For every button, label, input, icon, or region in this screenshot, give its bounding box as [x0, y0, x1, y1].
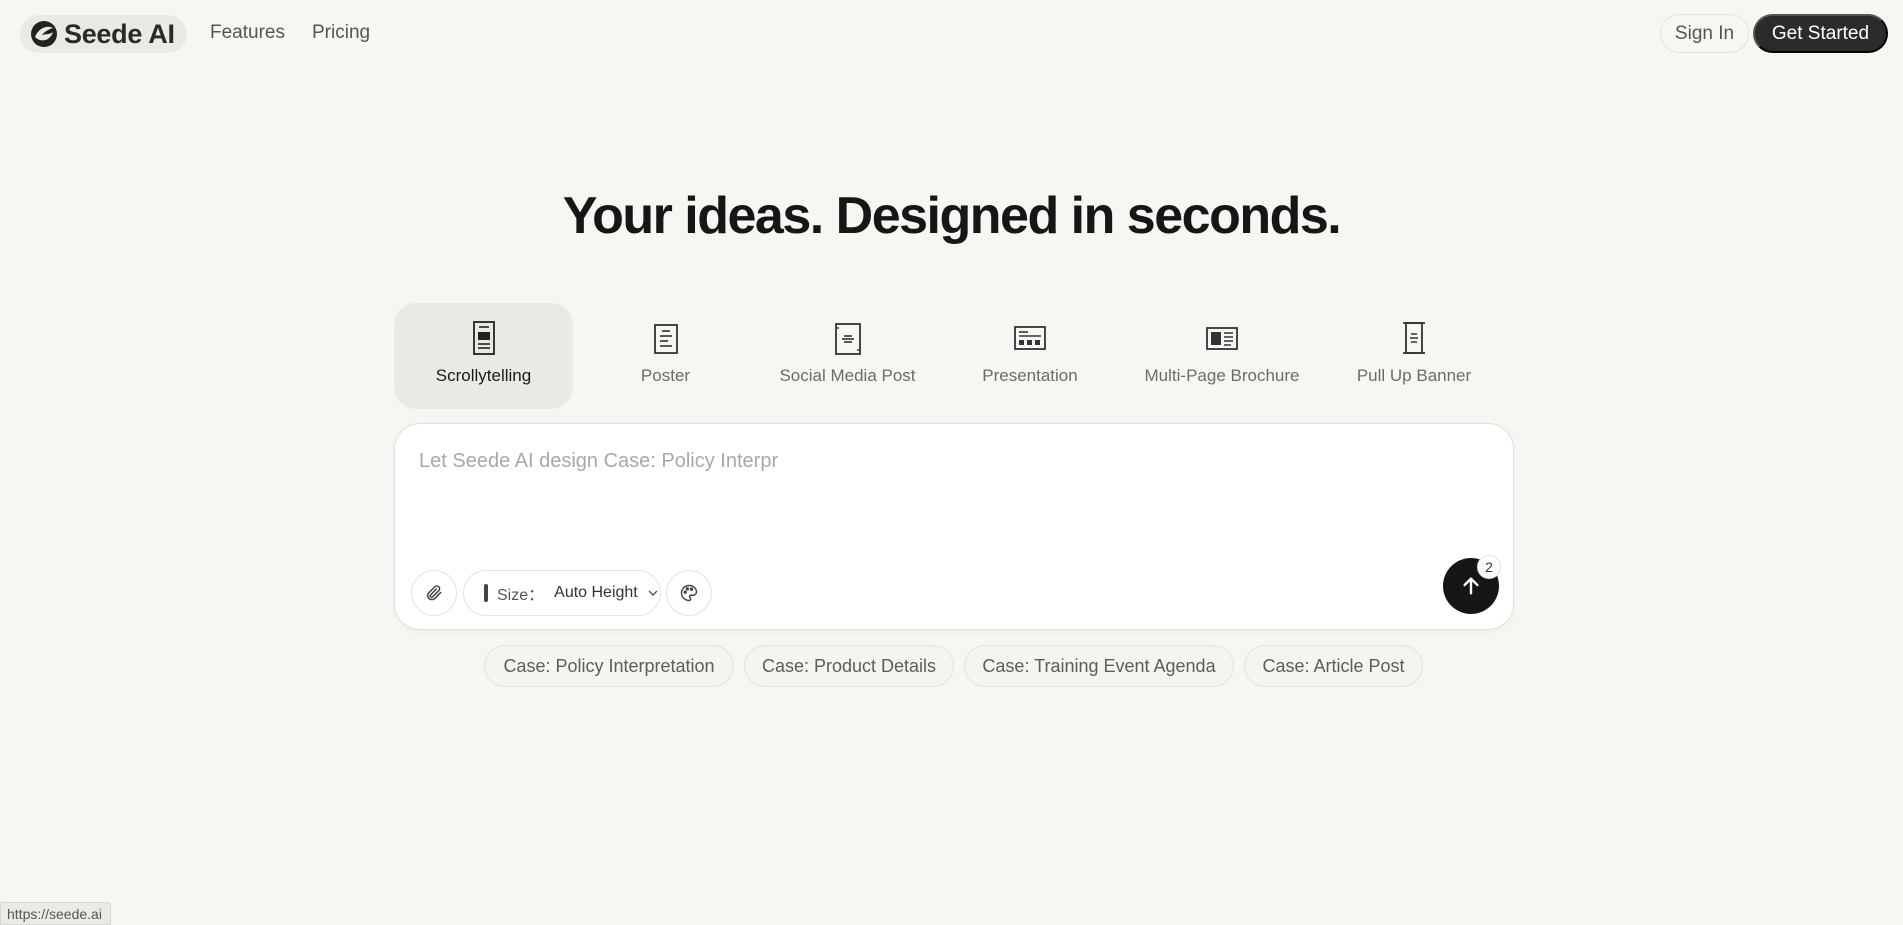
hero-title: Your ideas. Designed in seconds. [562, 187, 1342, 245]
send-count-badge: 2 [1477, 555, 1501, 579]
seede-logo-icon [31, 21, 57, 47]
type-tab-scrollytelling[interactable]: Scrollytelling [394, 303, 573, 409]
type-label: Social Media Post [779, 366, 916, 385]
get-started-button[interactable]: Get Started [1753, 14, 1888, 53]
brand-name: Seede AI [64, 18, 175, 49]
case-chip-policy-interpretation[interactable]: Case: Policy Interpretation [484, 645, 734, 687]
size-value: Auto Height [554, 584, 638, 601]
type-tab-social-media-post[interactable]: Social Media Post [758, 303, 937, 409]
type-tab-pull-up-banner[interactable]: Pull Up Banner [1324, 303, 1504, 409]
brochure-icon [1206, 327, 1238, 350]
type-tab-multi-page-brochure[interactable]: Multi-Page Brochure [1123, 303, 1321, 409]
type-label: Poster [640, 366, 691, 385]
sign-in-button[interactable]: Sign In [1660, 14, 1749, 53]
type-tab-presentation[interactable]: Presentation [940, 303, 1120, 409]
brand-logo[interactable]: Seede AI [20, 15, 187, 53]
type-tab-poster[interactable]: Poster [576, 303, 755, 409]
nav-link-pricing[interactable]: Pricing [312, 22, 370, 44]
example-case-chips: Case: Policy Interpretation Case: Produc… [0, 645, 1903, 687]
banner-icon [1403, 322, 1425, 354]
chevron-down-icon [648, 590, 658, 596]
type-label: Pull Up Banner [1356, 366, 1472, 385]
presentation-icon [1014, 326, 1046, 350]
top-nav: Seede AI Features Pricing Sign In Get St… [0, 0, 1903, 66]
type-label: Multi-Page Brochure [1144, 366, 1300, 385]
type-label: Scrollytelling [435, 366, 532, 385]
case-chip-training-event-agenda[interactable]: Case: Training Event Agenda [964, 645, 1234, 687]
status-bar-url: https://seede.ai [0, 902, 111, 925]
prompt-box: Size： Auto Height 2 [394, 423, 1514, 630]
case-chip-product-details[interactable]: Case: Product Details [744, 645, 954, 687]
style-palette-button[interactable] [666, 570, 712, 616]
case-chip-article-post[interactable]: Case: Article Post [1244, 645, 1423, 687]
palette-icon [680, 584, 698, 602]
design-type-tabs: Scrollytelling Poster Social Media Post [394, 303, 1514, 409]
size-selector[interactable]: Size： Auto Height [463, 570, 661, 616]
size-label: Size： [497, 587, 545, 604]
size-indicator-icon [484, 584, 488, 602]
poster-icon [653, 324, 678, 354]
attach-button[interactable] [411, 570, 457, 616]
nav-link-features[interactable]: Features [210, 22, 285, 44]
arrow-up-icon [1463, 577, 1479, 595]
paperclip-icon [427, 585, 442, 601]
prompt-input[interactable] [419, 450, 1479, 473]
type-label: Presentation [982, 366, 1078, 385]
social-post-icon [834, 323, 861, 355]
scrollytelling-icon [472, 321, 495, 355]
